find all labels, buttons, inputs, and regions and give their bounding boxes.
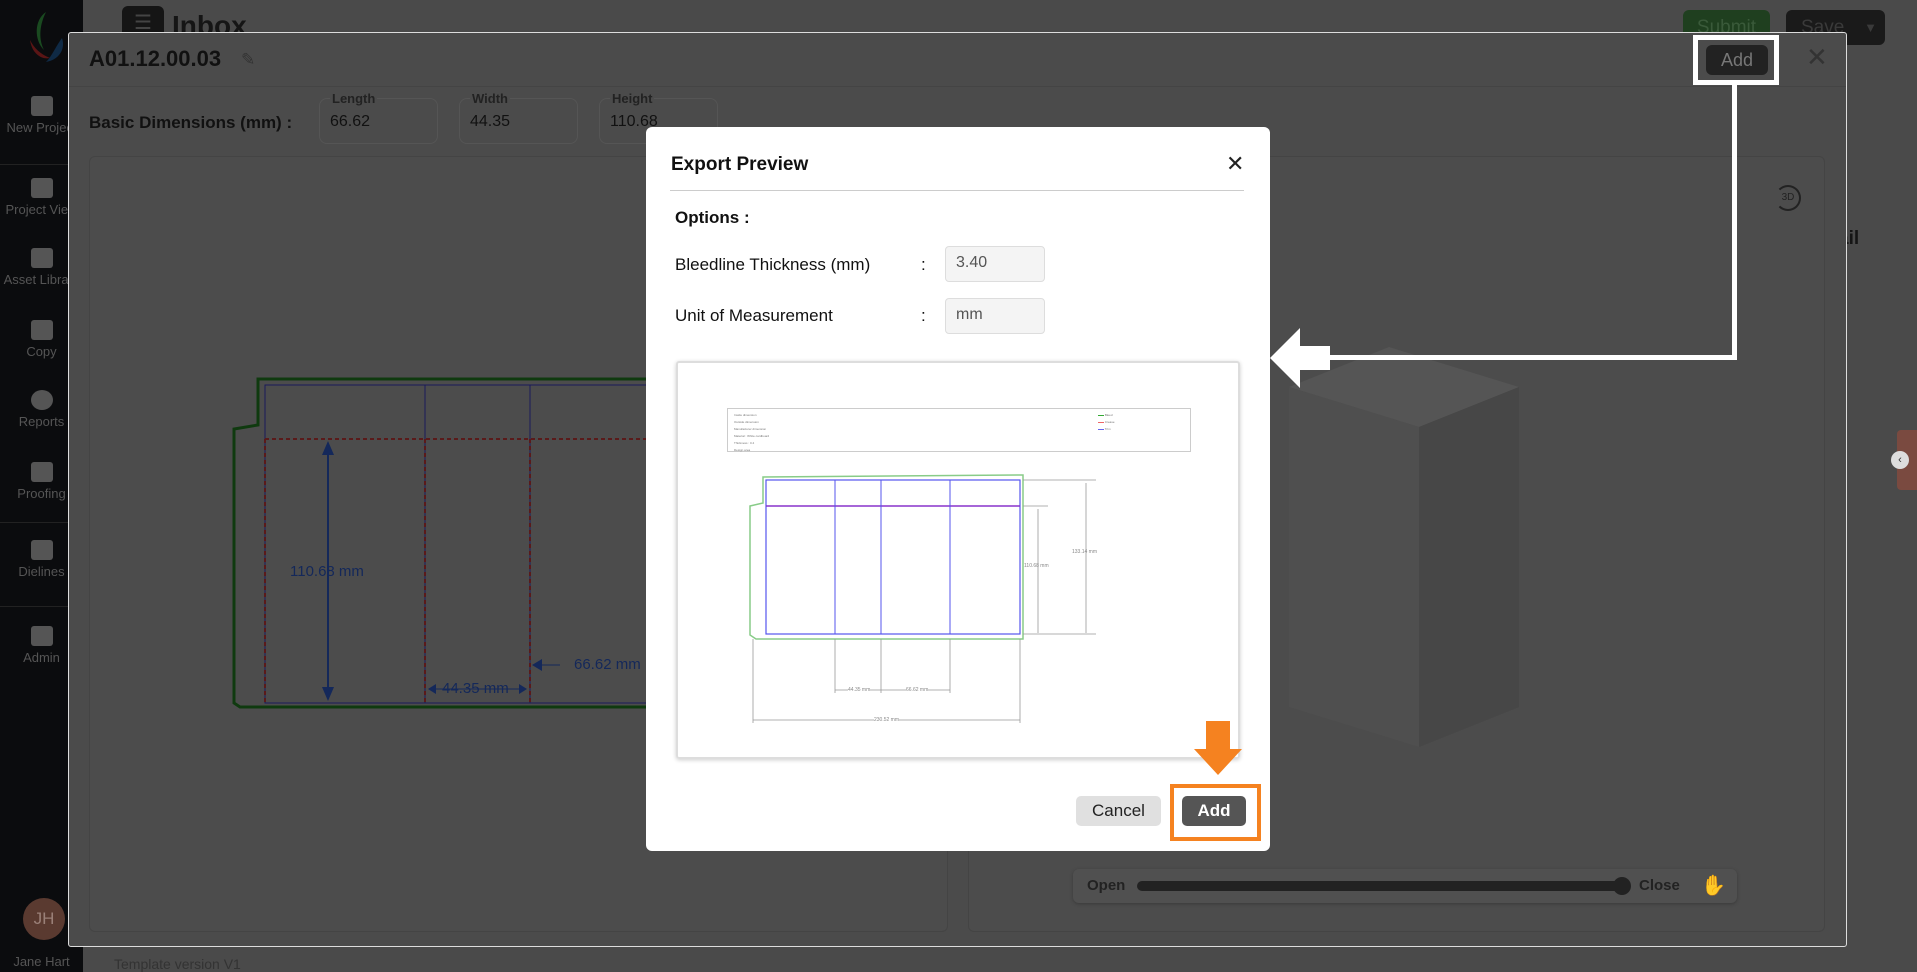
box-icon <box>30 540 53 560</box>
sidebar-label: Project View <box>5 202 78 217</box>
image-icon <box>30 248 53 268</box>
slider-open-label: Open <box>1087 877 1126 894</box>
preview-dim-label: 44.35 mm <box>848 687 871 693</box>
close-icon[interactable]: ✕ <box>1226 151 1244 177</box>
export-preview-modal: Export Preview ✕ Options : Bleedline Thi… <box>646 127 1270 851</box>
edit-pencil-icon[interactable]: ✎ <box>241 50 255 70</box>
slider-track[interactable] <box>1137 881 1622 891</box>
sidebar-label: Proofing <box>17 486 66 501</box>
annotation-line <box>1732 84 1737 360</box>
length-value: 66.62 <box>330 113 371 130</box>
sidebar-label: New Project <box>6 120 77 135</box>
box-3d-preview <box>1289 347 1519 747</box>
edit-document-icon <box>30 320 53 340</box>
open-close-slider[interactable]: Open Close ✋ <box>1073 869 1737 903</box>
preview-dim-label: 110.68 mm <box>1024 563 1049 569</box>
plus-icon <box>30 96 53 116</box>
pie-chart-icon <box>30 390 53 410</box>
slider-thumb[interactable] <box>1613 877 1631 895</box>
sidebar-label: Admin <box>23 650 60 665</box>
bleed-label: Bleedline Thickness (mm) <box>675 255 871 274</box>
top-add-highlight <box>1693 35 1779 85</box>
preview-dim-label: 66.62 mm <box>906 687 929 693</box>
width-value: 44.35 <box>470 113 511 130</box>
preview-dieline <box>749 474 1096 723</box>
height-label: Height <box>610 91 655 106</box>
slider-close-label: Close <box>1639 877 1680 894</box>
avatar[interactable]: JH <box>23 898 65 940</box>
white-arrow-left-icon <box>1270 328 1330 388</box>
rotate-3d-icon[interactable]: 3D <box>1775 185 1801 211</box>
basic-dimensions-label: Basic Dimensions (mm) : <box>89 113 293 132</box>
document-title: A01.12.00.03 <box>89 46 222 71</box>
unit-input[interactable]: mm <box>945 298 1045 334</box>
side-toggle[interactable]: ‹ <box>1891 430 1917 490</box>
options-label: Options : <box>675 208 750 227</box>
colon: : <box>921 255 926 274</box>
sidebar-label: Dielines <box>18 564 65 579</box>
dieline-length-label: 66.62 mm <box>574 656 641 673</box>
hand-icon: ✋ <box>1701 875 1726 897</box>
add-button-highlight <box>1170 784 1261 841</box>
cancel-button[interactable]: Cancel <box>1076 796 1161 826</box>
colon: : <box>921 306 926 325</box>
sidebar-label: Reports <box>18 414 65 429</box>
preview-dim-label: 133.14 mm <box>1072 549 1098 555</box>
length-field[interactable]: Length 66.62 <box>319 91 438 144</box>
length-label: Length <box>330 91 378 106</box>
template-version: Template version V1 <box>114 956 241 972</box>
bleed-thickness-input[interactable]: 3.40 <box>945 246 1045 282</box>
chevron-down-icon[interactable]: ▼ <box>1864 10 1877 45</box>
width-label: Width <box>470 91 510 106</box>
modal-title: Export Preview <box>671 154 809 175</box>
export-preview-image: Inside dimension Outside dimension Manuf… <box>676 361 1240 759</box>
annotation-line <box>1325 355 1737 360</box>
close-editor-icon[interactable]: ✕ <box>1806 42 1828 73</box>
dieline-width-label: 44.35 mm <box>442 680 509 697</box>
dieline-height-label: 110.68 mm <box>290 563 364 580</box>
preview-dim-label: 230.52 mm <box>874 717 900 723</box>
user-gear-icon <box>30 626 53 646</box>
user-name: Jane Hart <box>13 954 70 969</box>
proofing-icon <box>30 462 53 482</box>
app-logo <box>26 10 66 68</box>
orange-arrow-down-icon <box>1194 721 1242 775</box>
sidebar-label: Copy <box>26 344 57 359</box>
unit-label: Unit of Measurement <box>675 306 833 325</box>
width-field[interactable]: Width 44.35 <box>459 91 578 144</box>
archive-icon <box>30 178 53 198</box>
chevron-left-icon: ‹ <box>1891 451 1909 469</box>
